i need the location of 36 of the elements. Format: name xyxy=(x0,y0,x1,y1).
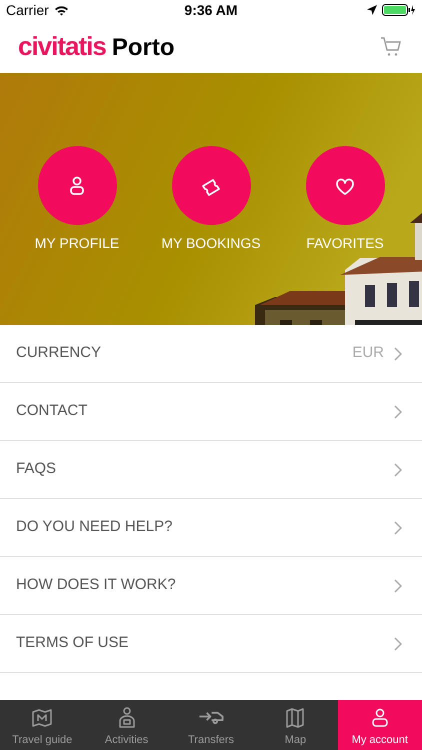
tab-button[interactable]: Transfers xyxy=(168,700,254,750)
tab-button[interactable]: My account xyxy=(338,700,422,750)
tab-button[interactable]: Map xyxy=(253,700,338,750)
city-title: Porto xyxy=(112,33,174,63)
menu-row[interactable]: HOW DOES IT WORK? xyxy=(0,557,422,615)
menu-label: CONTACT xyxy=(16,401,88,422)
menu-label: TERMS OF USE xyxy=(16,633,130,654)
clock-time: 9:36 AM xyxy=(184,0,238,20)
menu-row[interactable]: TERMS OF USE xyxy=(0,615,422,673)
carrier-name: Carrier xyxy=(6,0,49,20)
chevron-right-icon xyxy=(394,578,402,592)
shortcut-label: MY PROFILE xyxy=(34,234,120,253)
menu-row[interactable]: CURRENCY EUR xyxy=(0,325,422,383)
menu-label: HOW DOES IT WORK? xyxy=(16,575,177,596)
shortcut-label: FAVORITES xyxy=(306,234,384,253)
cart-icon[interactable] xyxy=(380,36,402,56)
menu-row[interactable]: CONTACT xyxy=(0,383,422,441)
car-arrow-icon xyxy=(198,710,224,724)
menu-row[interactable]: DO YOU NEED HELP? xyxy=(0,499,422,557)
location-arrow-icon xyxy=(366,5,377,15)
menu-label: CURRENCY xyxy=(16,343,102,364)
wifi-icon xyxy=(54,4,69,16)
menu-value: EUR xyxy=(352,343,384,364)
chevron-right-icon xyxy=(394,636,402,650)
chevron-right-icon xyxy=(394,346,402,360)
brand-logo: civitatis xyxy=(18,30,106,63)
battery-icon xyxy=(382,4,416,16)
menu-label: FAQS xyxy=(16,459,58,480)
shortcut-label: MY BOOKINGS xyxy=(161,234,261,253)
tab-button[interactable]: Activities xyxy=(84,700,169,750)
chevron-right-icon xyxy=(394,520,402,534)
chevron-right-icon xyxy=(394,404,402,418)
tab-button[interactable]: Travel guide xyxy=(0,700,84,750)
chevron-right-icon xyxy=(394,462,402,476)
menu-row[interactable]: FAQS xyxy=(0,441,422,499)
menu-label: DO YOU NEED HELP? xyxy=(16,517,174,538)
